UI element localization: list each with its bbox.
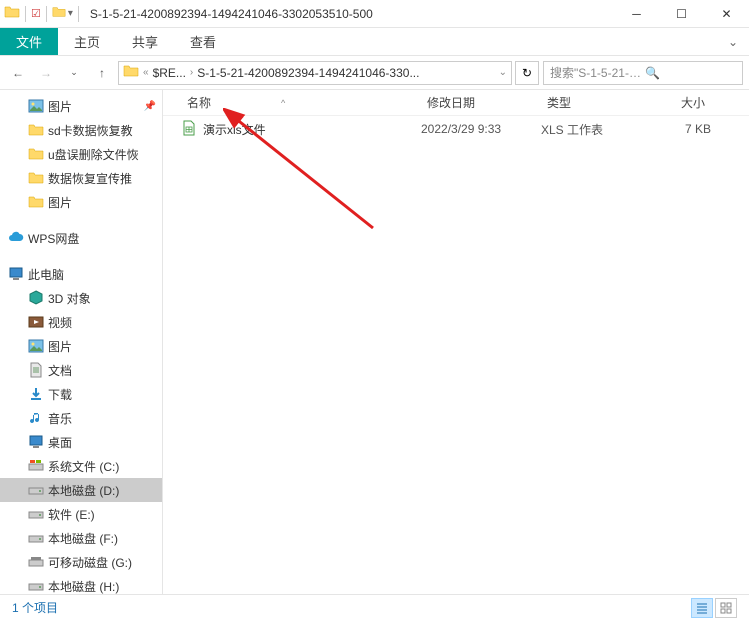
cloud-icon	[8, 230, 24, 246]
sidebar-item-drive-f[interactable]: 本地磁盘 (F:)	[0, 526, 162, 550]
view-icons-button[interactable]	[715, 598, 737, 618]
tab-home[interactable]: 主页	[58, 28, 116, 55]
sidebar-item-thispc[interactable]: 此电脑	[0, 262, 162, 286]
desktop-icon	[28, 434, 44, 450]
refresh-button[interactable]: ↻	[515, 61, 539, 85]
nav-forward-button[interactable]: →	[34, 61, 58, 85]
breadcrumb[interactable]: S-1-5-21-4200892394-1494241046-330...	[197, 66, 419, 80]
tab-view[interactable]: 查看	[174, 28, 232, 55]
folder-icon	[123, 63, 139, 82]
qat-overflow-icon[interactable]: ▾	[68, 8, 73, 19]
music-icon	[28, 410, 44, 426]
document-icon	[28, 362, 44, 378]
sidebar-item-drive-g[interactable]: 可移动磁盘 (G:)	[0, 550, 162, 574]
column-date[interactable]: 修改日期	[421, 94, 541, 111]
file-list-pane: 名称 ^ 修改日期 类型 大小 演示xls文件 2022/3/29 9:33 X…	[163, 90, 749, 594]
sort-indicator-icon: ^	[281, 98, 285, 108]
tab-share[interactable]: 共享	[116, 28, 174, 55]
breadcrumb[interactable]: $RE...	[153, 66, 186, 80]
sidebar-item-desktop[interactable]: 桌面	[0, 430, 162, 454]
nav-back-button[interactable]: ←	[6, 61, 30, 85]
nav-bar: ← → ⌄ ↑ « $RE... › S-1-5-21-4200892394-1…	[0, 56, 749, 90]
sidebar-item-drive-e[interactable]: 软件 (E:)	[0, 502, 162, 526]
nav-up-button[interactable]: ↑	[90, 61, 114, 85]
column-headers[interactable]: 名称 ^ 修改日期 类型 大小	[163, 90, 749, 116]
sidebar-item-wps[interactable]: WPS网盘	[0, 226, 162, 250]
file-row[interactable]: 演示xls文件 2022/3/29 9:33 XLS 工作表 7 KB	[163, 116, 749, 142]
sidebar-item[interactable]: 图片	[0, 190, 162, 214]
sidebar-item-documents[interactable]: 文档	[0, 358, 162, 382]
minimize-button[interactable]: ─	[614, 0, 659, 28]
search-input[interactable]: 搜索"S-1-5-21-4200892394... 🔍	[543, 61, 743, 85]
navigation-tree[interactable]: 图片 📌 sd卡数据恢复教 u盘误删除文件恢 数据恢复宣传推 图片 WPS网盘 …	[0, 90, 163, 594]
picture-icon	[28, 338, 44, 354]
column-name[interactable]: 名称 ^	[181, 94, 421, 111]
sidebar-item-drive-h[interactable]: 本地磁盘 (H:)	[0, 574, 162, 594]
pc-icon	[8, 266, 24, 282]
sidebar-item-pictures[interactable]: 图片	[0, 334, 162, 358]
sidebar-item[interactable]: u盘误删除文件恢	[0, 142, 162, 166]
sidebar-item-3d[interactable]: 3D 对象	[0, 286, 162, 310]
video-icon	[28, 314, 44, 330]
nav-history-icon[interactable]: ⌄	[62, 61, 86, 85]
sidebar-item-videos[interactable]: 视频	[0, 310, 162, 334]
sidebar-item-music[interactable]: 音乐	[0, 406, 162, 430]
drive-icon	[28, 506, 44, 522]
sidebar-item-drive-d[interactable]: 本地磁盘 (D:)	[0, 478, 162, 502]
status-item-count: 1 个项目	[12, 599, 58, 616]
drive-icon	[28, 578, 44, 594]
drive-icon	[28, 482, 44, 498]
file-tab[interactable]: 文件	[0, 28, 58, 55]
maximize-button[interactable]: ☐	[659, 0, 704, 28]
sidebar-item-pictures[interactable]: 图片 📌	[0, 94, 162, 118]
download-icon	[28, 386, 44, 402]
sidebar-item-drive-c[interactable]: 系统文件 (C:)	[0, 454, 162, 478]
cube-icon	[28, 290, 44, 306]
quick-access-toolbar: ☑ ▾	[0, 4, 82, 23]
ribbon-tabs: 文件 主页 共享 查看 ⌄	[0, 28, 749, 56]
drive-windows-icon	[28, 458, 44, 474]
file-date: 2022/3/29 9:33	[421, 122, 541, 136]
file-name: 演示xls文件	[203, 121, 266, 138]
folder-icon	[28, 170, 44, 186]
folder-small-icon	[52, 5, 66, 22]
title-bar: ☑ ▾ S-1-5-21-4200892394-1494241046-33020…	[0, 0, 749, 28]
sidebar-item-downloads[interactable]: 下载	[0, 382, 162, 406]
folder-icon	[28, 194, 44, 210]
address-bar[interactable]: « $RE... › S-1-5-21-4200892394-149424104…	[118, 61, 512, 85]
sidebar-item[interactable]: sd卡数据恢复教	[0, 118, 162, 142]
xls-file-icon	[181, 120, 197, 139]
search-placeholder: 搜索"S-1-5-21-4200892394...	[550, 64, 641, 81]
status-bar: 1 个项目	[0, 594, 749, 620]
column-size[interactable]: 大小	[651, 94, 711, 111]
folder-icon	[28, 146, 44, 162]
drive-removable-icon	[28, 554, 44, 570]
window-title: S-1-5-21-4200892394-1494241046-330205351…	[82, 7, 614, 21]
file-size: 7 KB	[651, 122, 711, 136]
qat-checkbox-icon[interactable]: ☑	[31, 7, 41, 20]
sidebar-item[interactable]: 数据恢复宣传推	[0, 166, 162, 190]
close-button[interactable]: ✕	[704, 0, 749, 28]
drive-icon	[28, 530, 44, 546]
picture-icon	[28, 98, 44, 114]
address-dropdown-icon[interactable]: ⌄	[499, 67, 507, 78]
folder-icon	[4, 4, 20, 23]
search-icon: 🔍	[645, 66, 736, 80]
file-type: XLS 工作表	[541, 121, 651, 138]
ribbon-expand-icon[interactable]: ⌄	[717, 28, 749, 55]
pin-icon: 📌	[144, 101, 156, 112]
view-details-button[interactable]	[691, 598, 713, 618]
folder-icon	[28, 122, 44, 138]
column-type[interactable]: 类型	[541, 94, 651, 111]
